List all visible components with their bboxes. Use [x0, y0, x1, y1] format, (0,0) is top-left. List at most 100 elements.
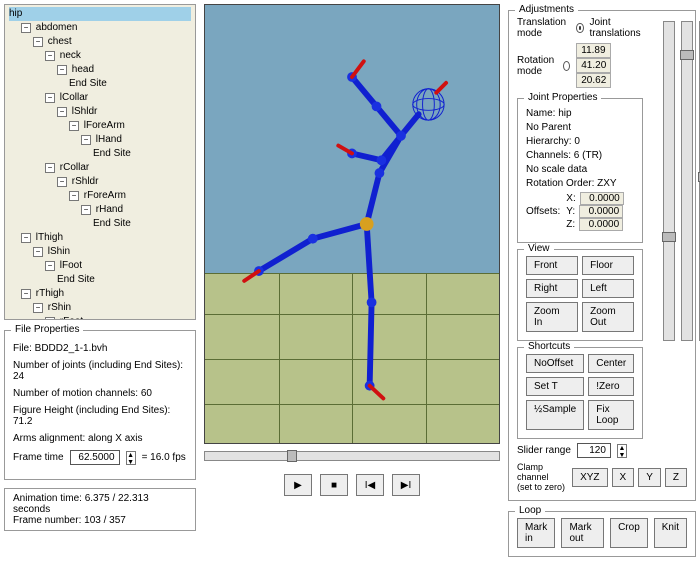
tree-node[interactable]: End Site — [9, 77, 191, 91]
tree-node[interactable]: − rShin — [9, 301, 191, 315]
tree-node[interactable]: − lShldr — [9, 105, 191, 119]
tree-node[interactable]: − abdomen — [9, 21, 191, 35]
crop-button[interactable]: Crop — [610, 518, 648, 548]
tree-node[interactable]: − head — [9, 63, 191, 77]
tree-toggle-icon[interactable]: − — [21, 289, 31, 299]
tree-toggle-icon[interactable]: − — [57, 177, 67, 187]
slider-range-input[interactable]: 120 — [577, 443, 611, 458]
rotation-mode-radio[interactable] — [563, 61, 570, 71]
zoom-in-button[interactable]: Zoom In — [526, 302, 578, 332]
clamp-x-button[interactable]: X — [612, 468, 635, 487]
tree-node[interactable]: − lForeArm — [9, 119, 191, 133]
view-right-button[interactable]: Right — [526, 279, 578, 298]
tree-node[interactable]: − rShldr — [9, 175, 191, 189]
view-panel: View Front Floor Right Left Zoom In Zoom… — [517, 249, 643, 341]
jt-x: 11.89 — [576, 43, 610, 58]
jp-rotorder: Rotation Order: ZXY — [526, 178, 634, 189]
tree-toggle-icon[interactable]: − — [33, 303, 43, 313]
tree-node-label: lFoot — [57, 260, 82, 271]
tree-toggle-icon[interactable]: − — [81, 205, 91, 215]
shortcuts-panel: Shortcuts NoOffset Center Set T !Zero ½S… — [517, 347, 643, 439]
tree-toggle-icon[interactable]: − — [21, 23, 31, 33]
tree-node-label: lThigh — [33, 232, 63, 243]
tree-node[interactable]: End Site — [9, 147, 191, 161]
adjustment-sliders — [647, 17, 700, 439]
tree-toggle-icon[interactable]: − — [57, 107, 67, 117]
mark-in-button[interactable]: Mark in — [517, 518, 555, 548]
tree-toggle-icon[interactable]: − — [33, 247, 43, 257]
jp-name: Name: hip — [526, 108, 634, 119]
file-properties-panel: File Properties File: BDDD2_1-1.bvh Numb… — [4, 330, 196, 480]
center-button[interactable]: Center — [588, 354, 634, 373]
tree-node[interactable]: − rThigh — [9, 287, 191, 301]
tree-node[interactable]: − chest — [9, 35, 191, 49]
tree-toggle-icon[interactable]: − — [69, 191, 79, 201]
slider-y[interactable] — [681, 21, 693, 341]
jt-z: 20.62 — [576, 73, 611, 88]
view-floor-button[interactable]: Floor — [582, 256, 634, 275]
tree-root-hip[interactable]: hip — [9, 7, 191, 21]
tree-toggle-icon[interactable]: − — [69, 121, 79, 131]
jp-scale: No scale data — [526, 164, 634, 175]
translation-mode-radio[interactable] — [576, 23, 584, 33]
zoom-out-button[interactable]: Zoom Out — [582, 302, 634, 332]
joint-properties-legend: Joint Properties — [524, 92, 601, 103]
prev-frame-button[interactable]: I◀ — [356, 474, 384, 496]
tree-node[interactable]: − rCollar — [9, 161, 191, 175]
mark-out-button[interactable]: Mark out — [561, 518, 604, 548]
view-left-button[interactable]: Left — [582, 279, 634, 298]
clamp-y-button[interactable]: Y — [638, 468, 661, 487]
clamp-z-button[interactable]: Z — [665, 468, 687, 487]
tree-node[interactable]: − rFoot — [9, 315, 191, 320]
tree-node-label: lForeArm — [81, 120, 125, 131]
tree-toggle-icon[interactable]: − — [45, 317, 55, 320]
hierarchy-tree[interactable]: hip − abdomen− chest− neck− head End Sit… — [4, 4, 196, 320]
tree-toggle-icon[interactable]: − — [33, 37, 43, 47]
play-button[interactable]: ▶ — [284, 474, 312, 496]
joint-count: Number of joints (including End Sites): … — [13, 360, 187, 382]
frame-number-status: Frame number: 103 / 357 — [13, 515, 187, 526]
tree-toggle-icon[interactable]: − — [57, 65, 67, 75]
tree-node-label: rCollar — [57, 162, 89, 173]
timeline-slider[interactable] — [204, 451, 500, 461]
tree-toggle-icon[interactable]: − — [45, 51, 55, 61]
tree-node[interactable]: − lThigh — [9, 231, 191, 245]
tree-node[interactable]: − lHand — [9, 133, 191, 147]
tree-toggle-icon[interactable]: − — [45, 163, 55, 173]
spinner-icon[interactable]: ▲▼ — [617, 444, 627, 458]
knit-button[interactable]: Knit — [654, 518, 687, 548]
nooffset-button[interactable]: NoOffset — [526, 354, 584, 373]
zero-button[interactable]: !Zero — [588, 377, 634, 396]
slider-x[interactable] — [663, 21, 675, 341]
view-legend: View — [524, 243, 554, 254]
tree-node[interactable]: End Site — [9, 273, 191, 287]
tree-node[interactable]: − lCollar — [9, 91, 191, 105]
offset-x: 0.0000 — [580, 192, 624, 205]
jp-parent: No Parent — [526, 122, 634, 133]
viewport-3d[interactable] — [204, 4, 500, 444]
tree-node[interactable]: End Site — [9, 217, 191, 231]
tree-node[interactable]: − rHand — [9, 203, 191, 217]
slider-range-label: Slider range — [517, 445, 571, 456]
spinner-icon[interactable]: ▲▼ — [126, 451, 136, 465]
view-front-button[interactable]: Front — [526, 256, 578, 275]
tree-node-label: lHand — [93, 134, 122, 145]
stop-button[interactable]: ■ — [320, 474, 348, 496]
tree-toggle-icon[interactable]: − — [45, 93, 55, 103]
tree-node[interactable]: − neck — [9, 49, 191, 63]
tree-toggle-icon[interactable]: − — [81, 135, 91, 145]
tree-node[interactable]: − lFoot — [9, 259, 191, 273]
half-sample-button[interactable]: ½Sample — [526, 400, 584, 430]
tree-node[interactable]: − lShin — [9, 245, 191, 259]
next-frame-button[interactable]: ▶I — [392, 474, 420, 496]
frame-time-input[interactable]: 62.5000 — [70, 450, 120, 465]
clamp-xyz-button[interactable]: XYZ — [572, 468, 607, 487]
tree-toggle-icon[interactable]: − — [45, 261, 55, 271]
tree-toggle-icon[interactable]: − — [21, 233, 31, 243]
fixloop-button[interactable]: Fix Loop — [588, 400, 634, 430]
set-t-button[interactable]: Set T — [526, 377, 584, 396]
tree-node-label: lCollar — [57, 92, 88, 103]
offset-y: 0.0000 — [579, 205, 623, 218]
tree-node[interactable]: − rForeArm — [9, 189, 191, 203]
fps-label: = 16.0 fps — [142, 452, 186, 463]
